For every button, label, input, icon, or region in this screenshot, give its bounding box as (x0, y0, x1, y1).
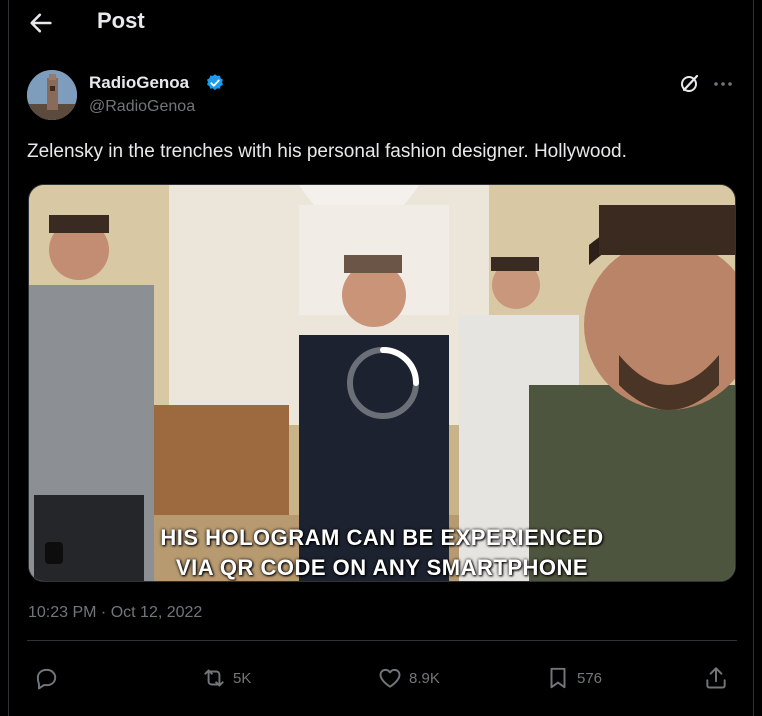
post-timestamp[interactable]: 10:23 PM · Oct 12, 2022 (28, 604, 202, 622)
repost-count: 5K (233, 669, 252, 687)
like-button[interactable]: 8.9K (377, 664, 440, 692)
avatar-image (27, 70, 77, 120)
heart-icon (379, 668, 401, 688)
reply-button[interactable] (33, 664, 65, 692)
more-options-button[interactable] (711, 72, 735, 96)
loading-spinner-icon (347, 347, 419, 419)
like-count: 8.9K (409, 669, 440, 687)
bookmark-count: 576 (577, 669, 603, 687)
bookmark-button[interactable]: 576 (545, 664, 602, 692)
author-name[interactable]: RadioGenoa (89, 73, 189, 93)
repost-button[interactable]: 5K (201, 664, 251, 692)
share-button[interactable] (703, 664, 729, 692)
video-player[interactable]: HIS HOLOGRAM CAN BE EXPERIENCED VIA QR C… (28, 184, 736, 582)
avatar[interactable] (27, 70, 77, 120)
grok-icon (681, 74, 699, 92)
divider (27, 640, 737, 641)
author-handle[interactable]: @RadioGenoa (89, 98, 195, 116)
bookmark-icon (550, 667, 566, 689)
grok-button[interactable] (678, 72, 702, 96)
video-caption-line-1: HIS HOLOGRAM CAN BE EXPERIENCED (160, 525, 604, 550)
reply-icon (36, 668, 57, 690)
top-bar: Post (9, 0, 753, 46)
repost-icon (204, 669, 224, 687)
tweet-text: Zelensky in the trenches with his person… (27, 141, 627, 162)
arrow-left-icon (30, 13, 52, 33)
video-caption-line-2: VIA QR CODE ON ANY SMARTPHONE (175, 555, 589, 580)
post-detail-view: Post RadioGenoa @RadioGenoa Zelensky in … (8, 0, 754, 716)
share-icon (706, 667, 726, 689)
verified-badge-icon (205, 73, 225, 93)
page-title: Post (97, 8, 145, 33)
more-dots-icon (714, 82, 732, 86)
back-button[interactable] (27, 9, 55, 37)
